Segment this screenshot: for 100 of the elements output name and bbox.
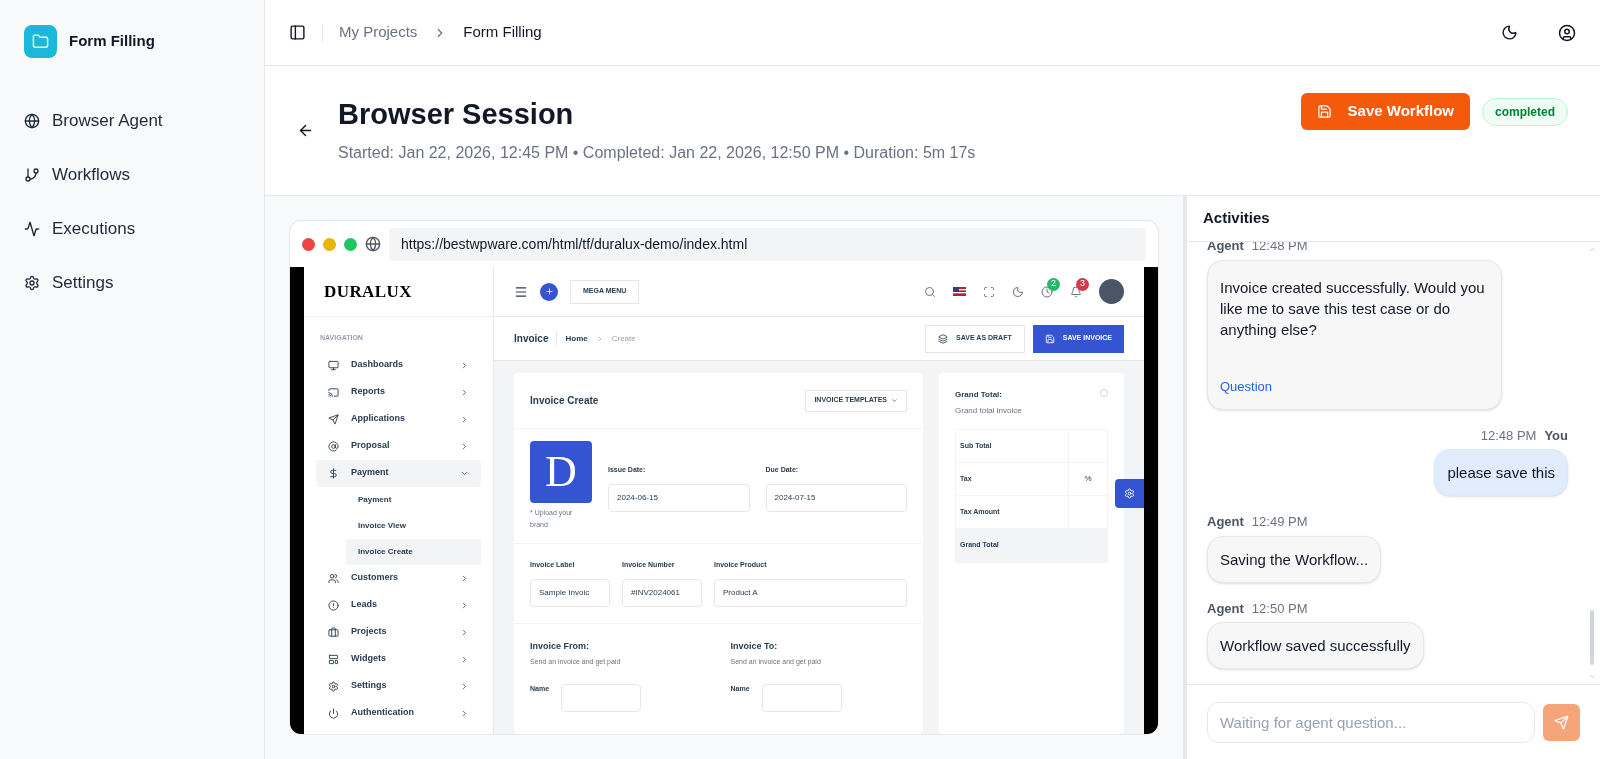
url-field[interactable]: https://bestwpware.com/html/tf/duralux-demo/index.html — [389, 227, 1146, 261]
card-subtitle: Grand total invoice — [955, 405, 1023, 417]
layers-icon — [938, 333, 949, 344]
nav-subitem[interactable]: Payment — [346, 486, 481, 513]
alert-icon — [328, 599, 339, 611]
save-icon — [1316, 104, 1332, 119]
notification-badge: 2 — [1047, 277, 1060, 291]
chevron-right-icon — [460, 600, 469, 610]
folder-logo-icon — [24, 24, 57, 58]
at-sign-icon — [328, 440, 339, 452]
nav-item[interactable]: Payment — [316, 459, 481, 487]
bell-icon[interactable] — [1070, 285, 1082, 298]
input-field[interactable]: Product A — [714, 578, 907, 607]
input-field[interactable] — [561, 683, 642, 712]
nav-item[interactable]: Authentication — [316, 699, 481, 727]
chevron-right-icon — [460, 681, 469, 691]
dollar-icon — [328, 467, 339, 479]
message-time: 12:50 PM — [1251, 599, 1308, 618]
send-icon — [1554, 714, 1569, 730]
message-time: 12:49 PM — [1251, 513, 1308, 531]
nav-item[interactable]: Proposal — [316, 432, 481, 460]
session-title: Browser Session — [338, 97, 574, 133]
chevron-right-icon — [460, 627, 469, 637]
globe-icon — [365, 236, 381, 252]
card-title: Grand Total: — [955, 389, 1002, 401]
input-field[interactable]: Sample Invoic — [530, 578, 610, 607]
pulse-icon — [24, 221, 40, 237]
branch-icon — [24, 167, 40, 183]
sidebar-item[interactable]: Settings — [0, 256, 264, 310]
date-field[interactable]: 2024-07-15 — [765, 483, 907, 512]
avatar[interactable] — [1099, 279, 1124, 304]
breadcrumb-link[interactable]: My Projects — [339, 21, 418, 44]
message-sender: Agent — [1207, 513, 1244, 531]
caret-icon — [891, 397, 898, 404]
notification-badge: 3 — [1076, 277, 1089, 291]
message-input[interactable]: Waiting for agent question... — [1207, 701, 1535, 743]
monitor-icon — [328, 359, 339, 371]
sidebar-item[interactable]: Browser Agent — [0, 94, 264, 148]
nav-item[interactable]: Dashboards — [316, 351, 481, 379]
chevron-right-icon — [460, 441, 469, 451]
nav-subitem[interactable]: Invoice View — [346, 512, 481, 539]
table-cell-text: % — [1083, 473, 1093, 485]
clock-icon[interactable] — [1041, 285, 1053, 298]
breadcrumb-link[interactable]: Home — [565, 332, 588, 345]
moon-icon[interactable] — [1501, 24, 1518, 41]
chevron-right-icon — [460, 414, 469, 424]
app-name: Form Filling — [69, 30, 155, 51]
message-text: Saving the Workflow... — [1220, 549, 1369, 570]
nav-item[interactable]: Applications — [316, 405, 481, 433]
chevron-right-icon — [460, 654, 469, 664]
settings-button[interactable] — [1115, 479, 1144, 508]
input-field[interactable] — [761, 683, 842, 712]
power-icon — [328, 707, 339, 719]
nav-item[interactable]: Widgets — [316, 645, 481, 673]
layout-icon — [328, 653, 339, 665]
breadcrumb-current: Form Filling — [463, 22, 542, 43]
add-button[interactable] — [540, 282, 558, 301]
gear-icon — [1124, 488, 1135, 499]
paper-plane-icon — [328, 413, 339, 425]
chevron-right-icon — [460, 573, 469, 583]
card-title: Invoice Create — [530, 394, 599, 408]
chevron-right-icon — [460, 708, 469, 718]
message-sender: You — [1544, 426, 1568, 445]
message-sender: Agent — [1207, 599, 1244, 618]
message-text: please save this — [1447, 463, 1555, 483]
sidebar-item[interactable]: Workflows — [0, 148, 264, 202]
chevron-right-icon — [460, 360, 469, 370]
save-icon — [1044, 333, 1055, 344]
message-tag: Question — [1220, 375, 1489, 397]
menu-icon[interactable] — [514, 284, 528, 299]
section-title: Invoice From: — [530, 639, 590, 653]
flag-icon[interactable] — [953, 287, 966, 296]
message-text: Invoice created successfully. Would you like me to save this test case or do anything else? — [1220, 277, 1486, 340]
panel-title: Activities — [1203, 208, 1270, 229]
search-icon[interactable] — [924, 285, 936, 298]
duralux-logo: DURALUX — [324, 280, 412, 303]
nav-item[interactable]: Reports — [316, 378, 481, 406]
sidebar-item[interactable]: Executions — [0, 202, 264, 256]
input-field[interactable]: #INV2024061 — [622, 578, 702, 607]
user-icon[interactable] — [1558, 23, 1576, 42]
chevron-right-icon — [460, 387, 469, 397]
nav-item[interactable]: Leads — [316, 591, 481, 619]
users-icon — [328, 572, 339, 584]
nav-item[interactable]: Settings — [316, 672, 481, 700]
message-time: 12:48 PM — [1480, 426, 1537, 445]
message-text: Workflow saved successfully — [1220, 636, 1411, 656]
section-title: Invoice To: — [730, 639, 779, 653]
globe-icon — [24, 113, 40, 129]
nav-subitem[interactable]: Invoice Create — [346, 538, 481, 565]
gear-icon — [24, 275, 40, 291]
gear-icon — [328, 680, 339, 692]
briefcase-icon — [328, 626, 339, 638]
fullscreen-icon[interactable] — [983, 285, 995, 298]
sidebar-toggle-icon[interactable] — [289, 24, 306, 41]
brand-logo[interactable]: D — [530, 441, 592, 503]
nav-item[interactable]: Customers — [316, 564, 481, 592]
status-badge: completed — [1482, 97, 1568, 126]
nav-item[interactable]: Projects — [316, 618, 481, 646]
date-field[interactable]: 2024-06-15 — [608, 483, 750, 512]
breadcrumb-current: Create — [611, 332, 636, 345]
